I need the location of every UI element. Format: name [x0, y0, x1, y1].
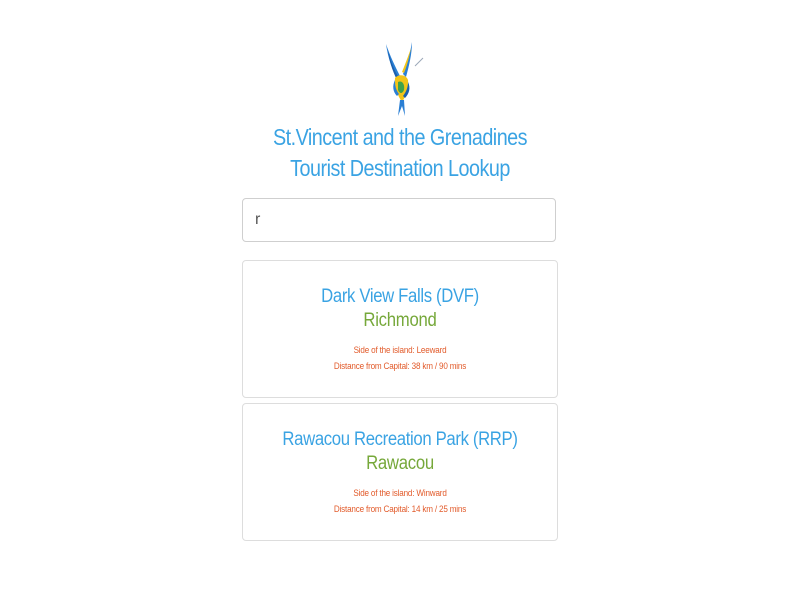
destination-name: Rawacou Recreation Park (RRP) [282, 429, 518, 450]
destination-side: Side of the island: Winward [353, 488, 447, 498]
destination-town: Rawacou [366, 453, 434, 474]
destination-name: Dark View Falls (DVF) [321, 286, 479, 307]
destination-side: Side of the island: Leeward [353, 345, 447, 355]
destination-card[interactable]: Dark View Falls (DVF) Richmond Side of t… [242, 260, 558, 398]
title-line-2: Tourist Destination Lookup [290, 155, 510, 181]
destination-distance: Distance from Capital: 14 km / 25 mins [333, 504, 467, 514]
page-title: St.Vincent and the Grenadines Tourist De… [56, 122, 744, 184]
title-line-1: St.Vincent and the Grenadines [272, 124, 528, 150]
hummingbird-logo-icon [378, 40, 426, 118]
results-list: Dark View Falls (DVF) Richmond Side of t… [242, 260, 558, 546]
destination-card[interactable]: Rawacou Recreation Park (RRP) Rawacou Si… [242, 403, 558, 541]
destination-distance: Distance from Capital: 38 km / 90 mins [333, 361, 467, 371]
destination-town: Richmond [363, 310, 437, 331]
page: St.Vincent and the Grenadines Tourist De… [0, 0, 800, 600]
destination-search-input[interactable] [242, 198, 556, 242]
